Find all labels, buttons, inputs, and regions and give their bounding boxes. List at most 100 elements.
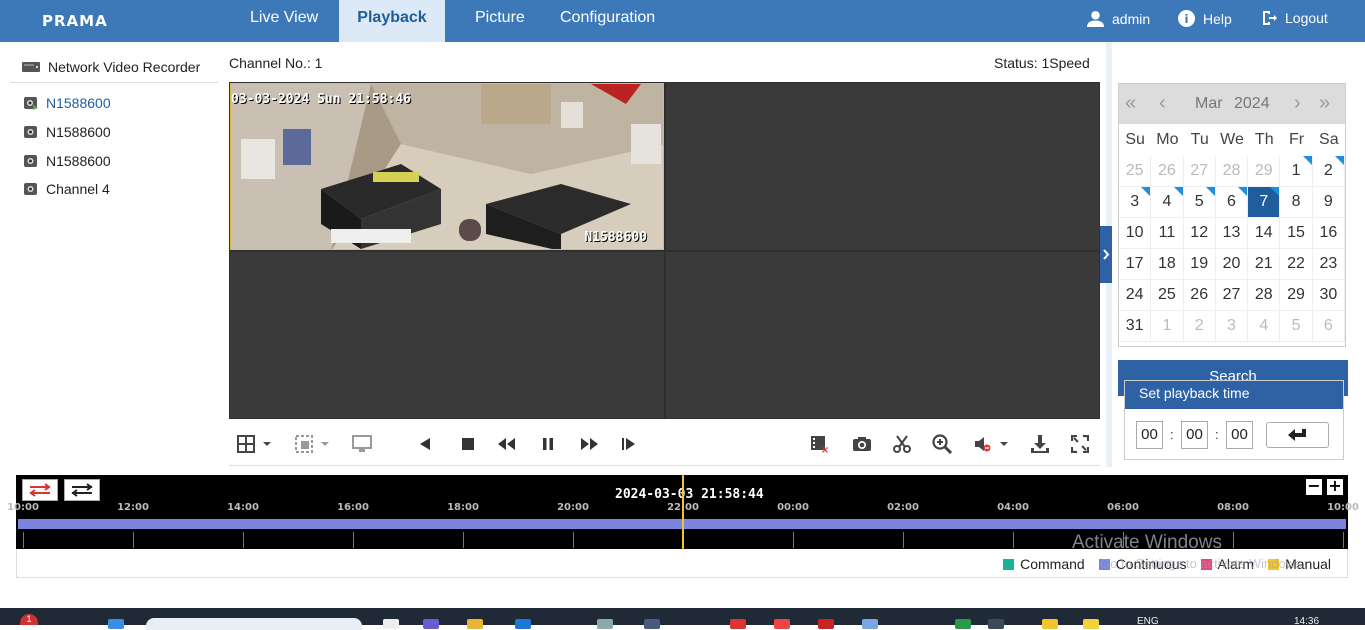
calendar-day[interactable]: 29	[1248, 156, 1281, 187]
channel-item-4[interactable]: Channel 4	[24, 181, 110, 197]
calendar-day[interactable]: 4	[1248, 311, 1281, 342]
taskbar-app-icon[interactable]	[774, 619, 790, 629]
calendar-day[interactable]: 13	[1215, 218, 1249, 249]
single-frame-button[interactable]	[618, 433, 640, 455]
taskbar-app-icon[interactable]	[988, 619, 1004, 629]
clip-download-button[interactable]: ×	[809, 433, 831, 455]
calendar-day[interactable]: 25	[1119, 156, 1152, 187]
calendar-day[interactable]: 26	[1183, 280, 1216, 311]
calendar-day[interactable]: 7	[1248, 187, 1281, 218]
prev-month-button[interactable]: ‹	[1159, 92, 1166, 115]
timeline-cursor[interactable]	[682, 475, 684, 549]
calendar-day[interactable]: 9	[1312, 187, 1345, 218]
taskbar-app-icon[interactable]	[730, 619, 746, 629]
calendar-day[interactable]: 5	[1280, 311, 1313, 342]
taskbar-app-icon[interactable]	[383, 619, 399, 629]
stop-button[interactable]	[457, 433, 479, 455]
calendar-day[interactable]: 27	[1215, 280, 1249, 311]
calendar-day[interactable]: 1	[1280, 156, 1313, 187]
calendar-day[interactable]: 14	[1248, 218, 1281, 249]
channel-item-2[interactable]: N1588600	[24, 124, 111, 140]
user-menu[interactable]: admin	[1087, 10, 1150, 27]
calendar-day[interactable]: 23	[1312, 249, 1345, 280]
fullscreen-button[interactable]	[1069, 433, 1091, 455]
prev-year-button[interactable]: «	[1125, 92, 1136, 115]
taskbar-search-box[interactable]	[146, 618, 362, 630]
nvr-root[interactable]: Network Video Recorder	[22, 59, 200, 75]
calendar-day[interactable]: 27	[1183, 156, 1216, 187]
channel-item-3[interactable]: N1588600	[24, 153, 111, 169]
audio-button[interactable]	[972, 433, 1012, 455]
collapse-panel-button[interactable]	[1100, 226, 1112, 283]
calendar-day[interactable]: 15	[1280, 218, 1313, 249]
calendar-day[interactable]: 26	[1151, 156, 1184, 187]
calendar-day[interactable]: 11	[1151, 218, 1184, 249]
zoom-in-button[interactable]: +	[1327, 478, 1343, 495]
second-input[interactable]: 00	[1226, 421, 1253, 449]
folder-icon[interactable]	[467, 619, 483, 629]
calendar-day[interactable]: 6	[1215, 187, 1249, 218]
calendar-day[interactable]: 8	[1280, 187, 1313, 218]
calendar-day[interactable]: 28	[1248, 280, 1281, 311]
calendar-day[interactable]: 1	[1151, 311, 1184, 342]
timeline-expand-button[interactable]	[64, 479, 100, 501]
tab-live-view[interactable]: Live View	[238, 0, 330, 42]
start-icon[interactable]	[108, 619, 124, 629]
channel-item-1[interactable]: N1588600	[24, 95, 111, 111]
language-indicator[interactable]: ENG	[1137, 616, 1159, 627]
tab-configuration[interactable]: Configuration	[548, 0, 667, 42]
calendar-day[interactable]: 21	[1248, 249, 1281, 280]
calendar-day[interactable]: 12	[1183, 218, 1216, 249]
calendar-day[interactable]: 3	[1215, 311, 1249, 342]
pause-button[interactable]	[537, 433, 559, 455]
calendar-day[interactable]: 19	[1183, 249, 1216, 280]
notification-badge[interactable]: 1	[20, 614, 38, 625]
hour-input[interactable]: 00	[1136, 421, 1163, 449]
clip-button[interactable]	[891, 433, 913, 455]
calendar-day[interactable]: 16	[1312, 218, 1345, 249]
taskbar-app-icon[interactable]	[1083, 619, 1099, 629]
download-button[interactable]	[1029, 433, 1051, 455]
slow-forward-button[interactable]	[496, 433, 518, 455]
taskbar-app-icon[interactable]	[597, 619, 613, 629]
logout-link[interactable]: Logout	[1261, 10, 1328, 26]
calendar-day[interactable]: 2	[1183, 311, 1216, 342]
taskbar-app-icon[interactable]	[862, 619, 878, 629]
tab-picture[interactable]: Picture	[463, 0, 537, 42]
confirm-time-button[interactable]	[1266, 422, 1329, 448]
timeline-collapse-button[interactable]	[22, 479, 58, 501]
taskbar-app-icon[interactable]	[955, 619, 971, 629]
calendar-day[interactable]: 30	[1312, 280, 1345, 311]
calendar-day[interactable]: 22	[1280, 249, 1313, 280]
calendar-day[interactable]: 10	[1119, 218, 1152, 249]
calendar-day[interactable]: 6	[1312, 311, 1345, 342]
stream-type-button[interactable]	[351, 433, 373, 455]
video-window-3[interactable]	[230, 252, 664, 418]
taskbar-app-icon[interactable]	[423, 619, 439, 629]
taskbar-app-icon[interactable]	[1042, 619, 1058, 629]
taskbar-app-icon[interactable]	[818, 619, 834, 629]
calendar-day[interactable]: 20	[1215, 249, 1249, 280]
tab-playback[interactable]: Playback	[339, 0, 445, 42]
minute-input[interactable]: 00	[1181, 421, 1208, 449]
calendar-day[interactable]: 4	[1151, 187, 1184, 218]
reverse-play-button[interactable]	[414, 433, 436, 455]
calendar-day[interactable]: 25	[1151, 280, 1184, 311]
calendar-day[interactable]: 29	[1280, 280, 1313, 311]
fast-forward-button[interactable]	[578, 433, 600, 455]
calendar-day[interactable]: 31	[1119, 311, 1152, 342]
clock[interactable]: 14:36	[1294, 616, 1319, 627]
help-link[interactable]: i Help	[1178, 10, 1232, 27]
calendar-day[interactable]: 18	[1151, 249, 1184, 280]
capture-button[interactable]	[851, 433, 873, 455]
fullscreen-mode-button[interactable]	[293, 433, 333, 455]
taskbar-app-icon[interactable]	[644, 619, 660, 629]
calendar-day[interactable]: 28	[1215, 156, 1249, 187]
calendar-day[interactable]: 17	[1119, 249, 1152, 280]
video-window-4[interactable]	[666, 252, 1099, 418]
calendar-day[interactable]: 3	[1119, 187, 1152, 218]
calendar-day[interactable]: 5	[1183, 187, 1216, 218]
video-window-1[interactable]: 03-03-2024 Sun 21:58:46 N1588600	[230, 83, 664, 250]
zoom-out-button[interactable]: −	[1306, 478, 1322, 495]
calendar-day[interactable]: 2	[1312, 156, 1345, 187]
